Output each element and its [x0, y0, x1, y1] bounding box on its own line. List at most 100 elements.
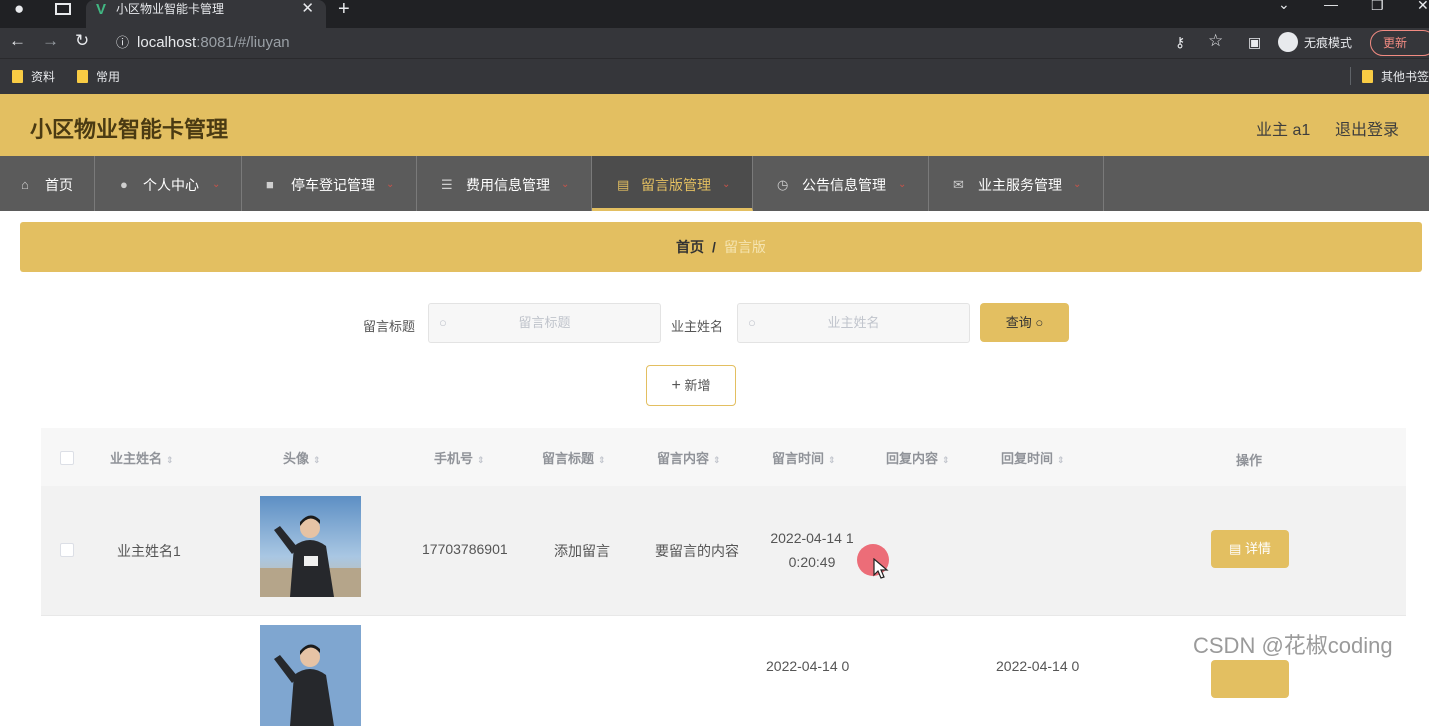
- forward-icon[interactable]: →: [42, 31, 59, 51]
- user-icon: ●: [120, 177, 128, 192]
- info-icon[interactable]: ⓘ: [116, 35, 129, 50]
- column-header[interactable]: 业主姓名 ⇕: [110, 448, 174, 467]
- nav-label: 停车登记管理: [291, 177, 375, 193]
- nav-item-messages[interactable]: ▤ 留言版管理 ⌄: [592, 156, 753, 211]
- column-header[interactable]: 回复内容 ⇕: [886, 448, 950, 467]
- breadcrumb-current: 留言版: [723, 239, 766, 255]
- sort-icon[interactable]: ⇕: [1057, 455, 1065, 465]
- nav-item-fees[interactable]: ☰ 费用信息管理 ⌄: [417, 156, 592, 211]
- tab-search-icon[interactable]: [55, 3, 71, 15]
- avatar-photo: [260, 496, 361, 597]
- main-nav: ⌂ 首页 ● 个人中心 ⌄ ■ 停车登记管理 ⌄ ☰ 费用信息管理 ⌄ ▤ 留言…: [0, 156, 1429, 211]
- side-panel-icon[interactable]: ▣: [1248, 34, 1261, 51]
- reload-icon[interactable]: ↻: [75, 31, 89, 51]
- other-bookmarks-label: 其他书签: [1381, 70, 1429, 84]
- update-button[interactable]: 更新: [1370, 30, 1429, 56]
- bookmark-label: 常用: [96, 70, 121, 84]
- nav-item-services[interactable]: ✉ 业主服务管理 ⌄: [929, 156, 1104, 211]
- incognito-indicator[interactable]: 无痕模式: [1278, 32, 1352, 52]
- bookmark-star-icon[interactable]: ☆: [1208, 31, 1223, 51]
- chevron-down-icon: ⌄: [561, 179, 570, 190]
- sort-icon[interactable]: ⇕: [828, 455, 836, 465]
- bookmark-folder-changyong[interactable]: 常用: [77, 68, 120, 85]
- sort-icon[interactable]: ⇕: [166, 455, 174, 465]
- clipboard-icon: ▤: [617, 177, 630, 192]
- detail-button[interactable]: [1211, 660, 1289, 698]
- app-header: 小区物业智能卡管理 业主 a1 退出登录: [0, 94, 1429, 156]
- vue-logo-icon: V: [96, 1, 107, 18]
- nav-label: 首页: [45, 177, 73, 193]
- column-header[interactable]: 留言标题 ⇕: [542, 448, 606, 467]
- row-checkbox[interactable]: [60, 543, 74, 557]
- logout-link[interactable]: 退出登录: [1335, 116, 1399, 140]
- chevron-down-icon: ⌄: [212, 179, 221, 190]
- column-header[interactable]: 手机号 ⇕: [434, 448, 485, 467]
- nav-label: 业主服务管理: [978, 177, 1062, 193]
- query-label: 查询: [1005, 315, 1032, 330]
- cell-message-title: 添加留言: [554, 543, 610, 559]
- table-header: 业主姓名 ⇕ 头像 ⇕ 手机号 ⇕ 留言标题 ⇕ 留言内容 ⇕ 留言时间 ⇕ 回复内容 ⇕ 回…: [41, 428, 1406, 486]
- document-icon: ▤: [1229, 541, 1242, 556]
- nav-item-parking[interactable]: ■ 停车登记管理 ⌄: [242, 156, 417, 211]
- cell-message-time: 2022-04-14 1 0:20:49: [766, 526, 858, 574]
- column-label: 回复时间: [1001, 451, 1054, 466]
- name-search-placeholder: 业主姓名: [827, 315, 880, 330]
- chrome-profile-icon[interactable]: ●: [14, 0, 24, 19]
- time-line: 0:20:49: [788, 554, 836, 570]
- column-header-actions: 操作: [1236, 453, 1263, 468]
- cell-message-content: 要留言的内容: [655, 543, 739, 559]
- address-bar[interactable]: ⓘ localhost:8081/#/liuyan: [104, 28, 1234, 58]
- breadcrumb-home[interactable]: 首页: [676, 239, 704, 255]
- close-tab-icon[interactable]: ✕: [301, 0, 314, 18]
- chevron-down-icon: ⌄: [898, 179, 907, 190]
- chevron-down-icon[interactable]: ⌄: [1278, 0, 1290, 13]
- select-all-checkbox[interactable]: [60, 451, 74, 465]
- breadcrumb: 首页 / 留言版: [20, 222, 1422, 272]
- minimize-icon[interactable]: —: [1324, 0, 1338, 12]
- sort-icon[interactable]: ⇕: [313, 455, 321, 465]
- cell-reply-time: 2022-04-14 0: [996, 658, 1080, 674]
- column-header[interactable]: 回复时间 ⇕: [1001, 448, 1065, 467]
- avatar: [260, 496, 361, 597]
- add-button[interactable]: + 新增: [646, 365, 736, 406]
- name-search-input[interactable]: ○ 业主姓名: [737, 303, 970, 343]
- sort-icon[interactable]: ⇕: [942, 455, 950, 465]
- time-line: 2022-04-14 1: [770, 530, 854, 546]
- window-close-icon[interactable]: ✕: [1417, 0, 1429, 14]
- new-tab-icon[interactable]: +: [338, 0, 350, 21]
- cell-phone: 17703786901: [422, 541, 508, 557]
- sort-icon[interactable]: ⇕: [713, 455, 721, 465]
- key-icon[interactable]: ⚷: [1175, 34, 1185, 51]
- avatar: [260, 625, 361, 726]
- other-bookmarks[interactable]: 其他书签: [1362, 68, 1429, 85]
- cell-owner-name: 业主姓名1: [117, 543, 181, 559]
- folder-icon: [77, 70, 88, 83]
- browser-toolbar: ← → ↻ ⓘ localhost:8081/#/liuyan ⚷ ☆ ▣ 无痕模…: [0, 28, 1429, 58]
- cell-message-time: 2022-04-14 0: [766, 658, 850, 674]
- column-label: 手机号: [434, 451, 474, 466]
- sort-icon[interactable]: ⇕: [598, 455, 606, 465]
- query-button[interactable]: 查询 ○: [980, 303, 1069, 342]
- column-header[interactable]: 头像 ⇕: [283, 448, 321, 467]
- nav-item-announcements[interactable]: ◷ 公告信息管理 ⌄: [753, 156, 929, 211]
- column-label: 业主姓名: [110, 451, 163, 466]
- nav-label: 费用信息管理: [466, 177, 550, 193]
- detail-button[interactable]: ▤ 详情: [1211, 530, 1289, 568]
- bookmark-folder-ziliao[interactable]: 资料: [12, 68, 55, 85]
- update-label: 更新: [1383, 36, 1408, 50]
- briefcase-icon: ■: [266, 177, 274, 192]
- title-search-placeholder: 留言标题: [518, 315, 571, 330]
- browser-tab[interactable]: V 小区物业智能卡管理 ✕: [86, 0, 326, 28]
- url-host: localhost: [137, 34, 197, 51]
- nav-item-profile[interactable]: ● 个人中心 ⌄: [95, 156, 242, 211]
- sort-icon[interactable]: ⇕: [477, 455, 485, 465]
- column-header[interactable]: 留言时间 ⇕: [772, 448, 836, 467]
- column-header[interactable]: 留言内容 ⇕: [657, 448, 721, 467]
- restore-icon[interactable]: ❐: [1371, 0, 1384, 14]
- back-icon[interactable]: ←: [9, 31, 26, 51]
- nav-label: 个人中心: [143, 177, 199, 193]
- app-title: 小区物业智能卡管理: [30, 117, 229, 142]
- detail-label: 详情: [1244, 541, 1271, 556]
- nav-item-home[interactable]: ⌂ 首页: [0, 156, 95, 211]
- title-search-input[interactable]: ○ 留言标题: [428, 303, 661, 343]
